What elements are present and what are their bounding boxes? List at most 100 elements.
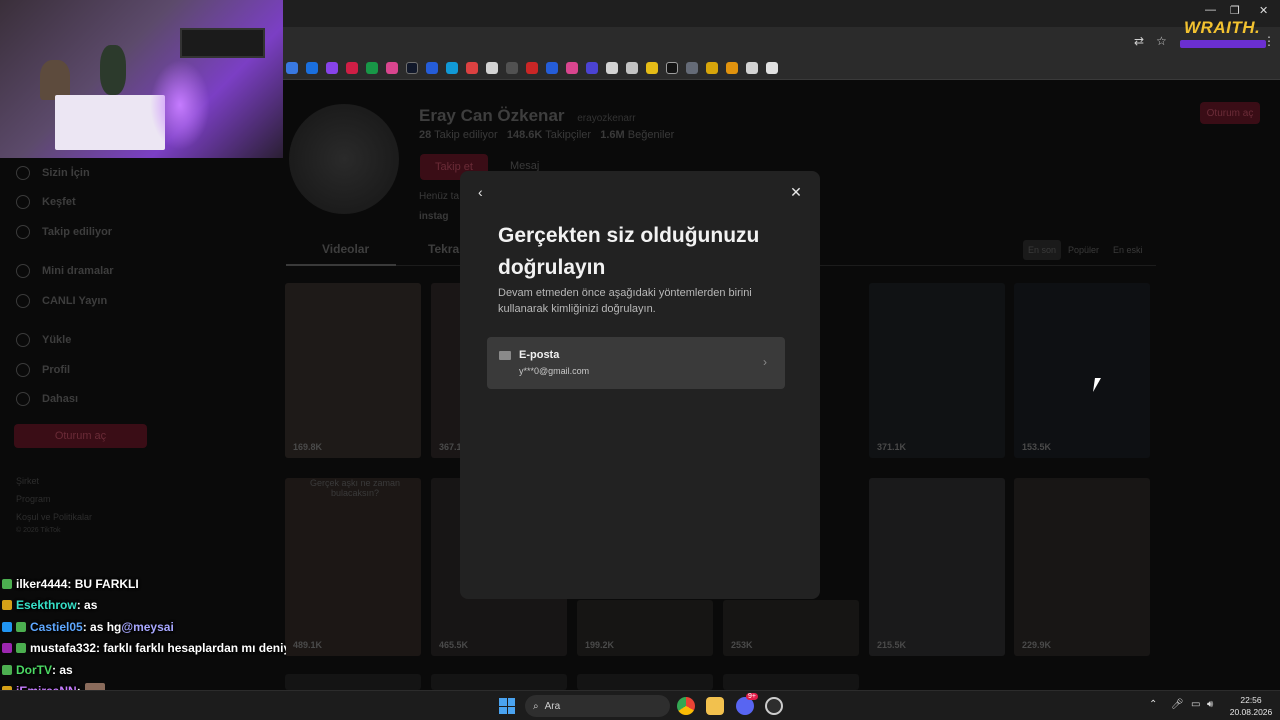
bookmark-icon[interactable] (526, 61, 538, 74)
bookmark-icon[interactable] (626, 61, 638, 74)
footer-link[interactable]: Program (16, 490, 283, 508)
translate-icon[interactable]: ⇄ (1134, 34, 1144, 48)
sidebar-item-explore[interactable]: Keşfet (0, 188, 283, 218)
video-tile[interactable] (285, 674, 421, 690)
webcam-overlay (0, 0, 283, 158)
chat-message: Castiel05 : as hg @meysai (2, 616, 286, 638)
minimize-button[interactable]: — (1205, 4, 1216, 16)
video-tile[interactable]: 229.9K (1014, 478, 1150, 656)
header-login-button[interactable]: Oturum aç (1200, 102, 1260, 124)
footer-link[interactable]: Koşul ve Politikalar (16, 508, 283, 526)
bookmark-icon[interactable] (306, 61, 318, 74)
maximize-button[interactable]: ❐ (1230, 4, 1240, 17)
bookmark-icon[interactable] (606, 61, 618, 74)
sidebar-item-label: Keşfet (42, 196, 76, 209)
bookmark-icon[interactable] (326, 61, 338, 74)
bookmark-icon[interactable] (346, 61, 358, 74)
address-bar[interactable] (283, 27, 1280, 56)
sidebar-item-upload[interactable]: Yükle (0, 326, 283, 356)
stream-brand-bar (1180, 40, 1266, 48)
view-count: 215.5K (877, 640, 907, 650)
bookmark-icon[interactable] (366, 61, 378, 74)
email-verify-option[interactable]: E-posta y***0@gmail.com › (487, 337, 785, 389)
sidebar-item-following[interactable]: Takip ediliyor (0, 217, 283, 247)
file-explorer-icon[interactable] (706, 697, 724, 715)
video-tile[interactable] (431, 674, 567, 690)
app-icon[interactable] (765, 697, 783, 715)
view-count: 199.2K (585, 640, 615, 650)
bookmark-icon[interactable] (746, 61, 758, 74)
video-tile[interactable]: 253K (723, 600, 859, 656)
bookmark-icon[interactable] (666, 61, 678, 74)
sidebar-item-mini-dramas[interactable]: Mini dramalar (0, 257, 283, 287)
chat-message: DorTV : as (2, 659, 286, 681)
more-icon (16, 392, 30, 407)
bookmark-icon[interactable] (466, 61, 478, 74)
tab-videos[interactable]: Videolar (322, 242, 369, 256)
view-count: 371.1K (877, 442, 907, 452)
compass-icon (16, 195, 30, 210)
bookmark-icon[interactable] (486, 61, 498, 74)
bookmark-icon[interactable] (386, 61, 398, 74)
chat-badge-icon (2, 621, 12, 632)
chat-badge-icon (2, 664, 12, 675)
video-tile[interactable]: 371.1K (869, 283, 1005, 458)
tray-expand-icon[interactable]: ⌃ (1149, 699, 1157, 710)
video-tile[interactable]: 169.8K (285, 283, 421, 458)
video-tile[interactable] (723, 674, 859, 690)
video-tile[interactable] (577, 674, 713, 690)
bookmark-icon[interactable] (546, 61, 558, 74)
close-icon[interactable]: ✕ (789, 185, 803, 199)
bookmark-icon[interactable] (406, 61, 418, 74)
video-tile[interactable]: 215.5K (869, 478, 1005, 656)
chat-message: Esekthrow : as (2, 595, 286, 617)
folder-icon[interactable] (726, 61, 738, 74)
tab-reposts[interactable]: Tekra (428, 242, 459, 256)
search-icon: ⌕ (533, 700, 539, 712)
sidebar-item-for-you[interactable]: Sizin İçin (0, 158, 283, 188)
sidebar-item-label: Yükle (42, 334, 72, 347)
bookmark-icon[interactable] (426, 61, 438, 74)
profile-bio: Henüz ta (419, 191, 460, 202)
bookmark-icon[interactable] (706, 61, 718, 74)
bookmark-icon[interactable] (586, 61, 598, 74)
video-tile[interactable]: Gerçek aşkı ne zaman bulacaksın? 489.1K (285, 478, 421, 656)
start-button[interactable] (499, 698, 515, 714)
plus-icon (16, 333, 30, 348)
profile-link[interactable]: instag (419, 211, 448, 222)
sidebar: Sizin İçin Keşfet Takip ediliyor Mini dr… (0, 158, 283, 536)
active-tab-underline (286, 264, 396, 266)
video-tile[interactable]: 199.2K (577, 600, 713, 656)
sidebar-footer: Şirket Program Koşul ve Politikalar © 20… (16, 472, 283, 536)
sidebar-item-label: Profil (42, 363, 71, 376)
volume-icon[interactable]: 🔊︎ (1207, 699, 1213, 710)
sort-latest[interactable]: En son (1023, 240, 1062, 260)
chrome-app-icon[interactable] (677, 697, 695, 715)
chat-badge-icon (2, 600, 12, 611)
sidebar-item-live[interactable]: CANLI Yayın (0, 286, 283, 316)
chat-badge-icon (2, 643, 12, 654)
taskbar-search[interactable]: ⌕ Ara (525, 695, 670, 717)
sidebar-item-more[interactable]: Dahası (0, 385, 283, 415)
chat-message: ilker4444 : BU FARKLI (2, 573, 286, 595)
sort-oldest[interactable]: En eski (1108, 240, 1148, 260)
windows-taskbar: ⌕ Ara 9+ ⌃ 🎤︎ ▭ 🔊︎ 22:56 20.08.2026 (0, 690, 1280, 720)
bookmark-icon[interactable] (506, 61, 518, 74)
clock[interactable]: 22:56 20.08.2026 (1226, 694, 1276, 718)
close-window-button[interactable]: ✕ (1259, 4, 1268, 17)
sort-popular[interactable]: Popüler (1063, 240, 1104, 260)
bookmark-icon[interactable] (646, 61, 658, 74)
microphone-icon[interactable]: 🎤︎ (1171, 699, 1184, 710)
bookmark-icon[interactable] (686, 61, 698, 74)
footer-link[interactable]: Şirket (16, 472, 283, 490)
bookmark-icon[interactable] (566, 61, 578, 74)
sidebar-login-button[interactable]: Oturum aç (14, 424, 147, 448)
video-tile[interactable]: 153.5K (1014, 283, 1150, 458)
back-chevron-icon[interactable]: ‹ (478, 185, 492, 199)
bookmark-icon[interactable] (446, 61, 458, 74)
bookmark-star-icon[interactable]: ☆ (1156, 34, 1167, 48)
network-icon[interactable]: ▭ (1191, 699, 1200, 710)
sidebar-item-profile[interactable]: Profil (0, 355, 283, 385)
bookmark-icon[interactable] (766, 61, 778, 74)
bookmark-icon[interactable] (286, 61, 298, 74)
